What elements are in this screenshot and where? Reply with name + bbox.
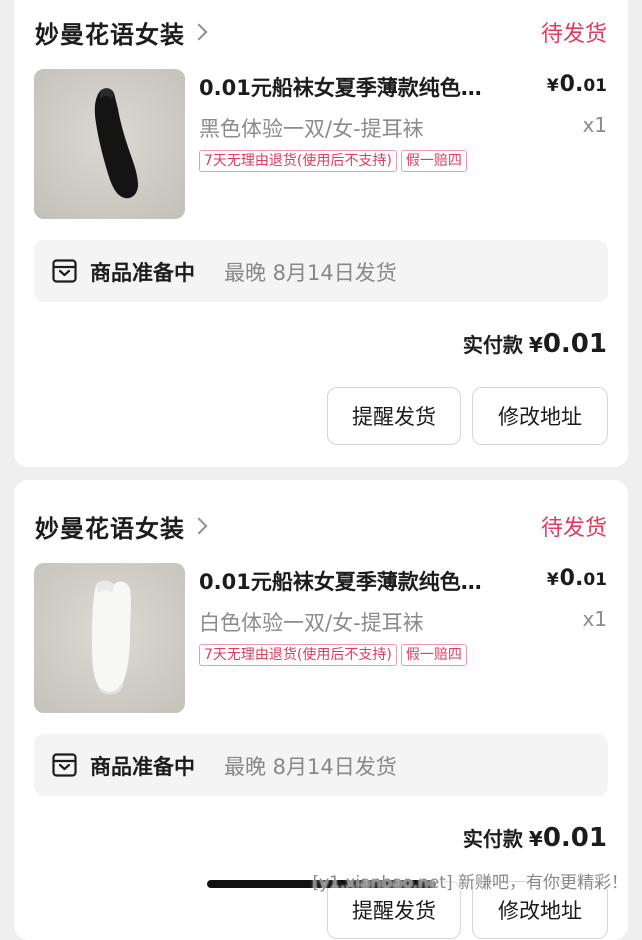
product-quantity: x1 xyxy=(582,113,607,137)
paid-label: 实付款 xyxy=(462,827,523,851)
product-title[interactable]: 0.01元船袜女夏季薄款纯色… xyxy=(199,72,529,102)
package-box-icon xyxy=(52,753,77,777)
chevron-right-icon xyxy=(190,517,208,535)
shipping-deadline: 最晚 8月14日发货 xyxy=(224,755,397,779)
product-image[interactable] xyxy=(34,69,185,219)
product-title[interactable]: 0.01元船袜女夏季薄款纯色… xyxy=(199,566,529,596)
tag-authenticity: 假一赔四 xyxy=(400,644,467,666)
change-address-button[interactable]: 修改地址 xyxy=(472,387,608,445)
paid-amount: 0.01 xyxy=(542,329,607,359)
price-decimal: 01 xyxy=(583,570,607,590)
order-card[interactable]: 妙曼花语女装 待发货 0.01元船袜女夏季薄款纯色… ¥0.01 黑色体验一双/… xyxy=(14,0,628,467)
white-sock-photo xyxy=(34,563,185,713)
product-quantity: x1 xyxy=(582,607,607,631)
shop-header[interactable]: 妙曼花语女装 xyxy=(35,14,208,50)
price-integer: 0. xyxy=(559,566,584,591)
price-currency: ¥ xyxy=(546,76,559,96)
tag-return-policy: 7天无理由退货(使用后不支持) xyxy=(199,150,397,172)
shop-name[interactable]: 妙曼花语女装 xyxy=(35,15,185,50)
order-status: 待发货 xyxy=(540,516,607,541)
price-integer: 0. xyxy=(559,72,584,97)
package-box-icon xyxy=(52,259,77,283)
watermark-text: [y1.xianbao.net] 新赚吧，有你更精彩！ xyxy=(312,873,628,893)
product-image[interactable] xyxy=(34,563,185,713)
paid-label: 实付款 xyxy=(462,333,523,357)
shipping-status-box[interactable]: 商品准备中 最晚 8月14日发货 xyxy=(34,734,608,796)
shop-name[interactable]: 妙曼花语女装 xyxy=(35,509,185,544)
product-spec: 白色体验一双/女-提耳袜 xyxy=(199,611,424,635)
product-price: ¥0.01 xyxy=(547,566,607,591)
remind-shipping-button[interactable]: 提醒发货 xyxy=(327,387,461,445)
black-sock-photo xyxy=(34,69,185,219)
paid-currency: ¥ xyxy=(528,333,543,357)
shipping-status-box[interactable]: 商品准备中 最晚 8月14日发货 xyxy=(34,240,608,302)
service-tags: 7天无理由退货(使用后不支持) 假一赔四 xyxy=(199,644,467,666)
service-tags: 7天无理由退货(使用后不支持) 假一赔四 xyxy=(199,150,467,172)
paid-amount: 0.01 xyxy=(542,823,607,853)
shipping-status-label: 商品准备中 xyxy=(90,755,195,779)
paid-amount-row: 实付款 ¥ 0.01 xyxy=(463,329,607,359)
price-currency: ¥ xyxy=(546,570,559,590)
product-price: ¥0.01 xyxy=(547,72,607,97)
tag-return-policy: 7天无理由退货(使用后不支持) xyxy=(199,644,397,666)
tag-authenticity: 假一赔四 xyxy=(400,150,467,172)
shop-header[interactable]: 妙曼花语女装 xyxy=(35,508,208,544)
order-status: 待发货 xyxy=(540,22,607,47)
product-spec: 黑色体验一双/女-提耳袜 xyxy=(199,117,424,141)
paid-currency: ¥ xyxy=(528,827,543,851)
price-decimal: 01 xyxy=(583,76,607,96)
paid-amount-row: 实付款 ¥ 0.01 xyxy=(463,823,607,853)
chevron-right-icon xyxy=(190,23,208,41)
shipping-deadline: 最晚 8月14日发货 xyxy=(224,261,397,285)
shipping-status-label: 商品准备中 xyxy=(90,261,195,285)
